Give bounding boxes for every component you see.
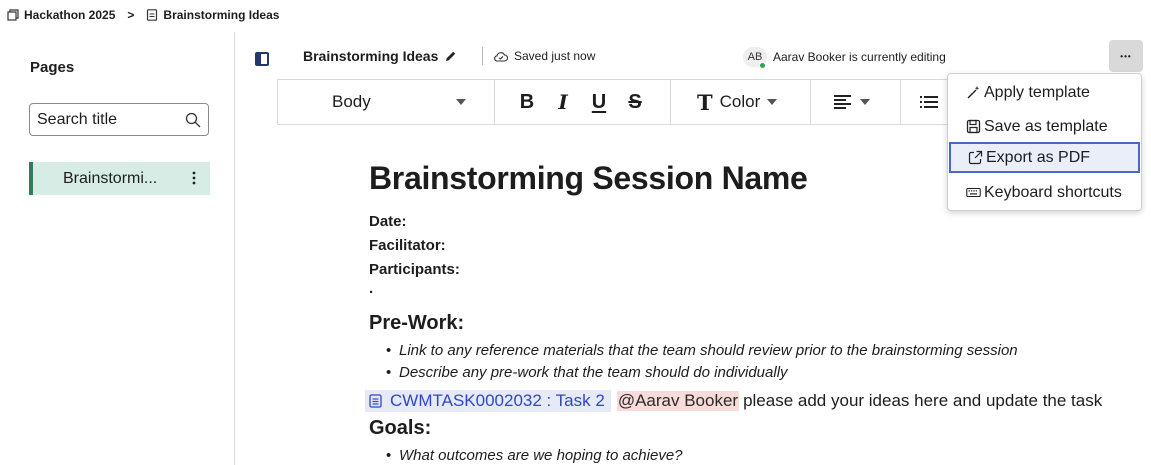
keyboard-icon — [966, 187, 981, 198]
facilitator-field: Facilitator: — [369, 237, 446, 254]
online-status-icon — [759, 62, 766, 69]
user-mention[interactable]: @Aarav Booker — [616, 391, 740, 411]
bold-button[interactable]: B — [518, 91, 536, 114]
list-item: What outcomes are we hoping to achieve? — [386, 445, 683, 465]
menu-item-export-pdf[interactable]: Export as PDF — [949, 142, 1140, 173]
breadcrumb: Hackathon 2025 > Brainstorming Ideas — [7, 6, 279, 24]
document-title-label: Brainstorming Ideas — [303, 48, 439, 64]
divider — [482, 47, 483, 65]
breadcrumb-workspace[interactable]: Hackathon 2025 — [7, 8, 115, 22]
ellipsis-icon: ••• — [1120, 51, 1132, 61]
menu-item-label: Apply template — [984, 83, 1090, 101]
task-link-label: CWMTASK0002032 : Task 2 — [390, 391, 605, 410]
divider — [670, 80, 671, 124]
pencil-icon[interactable] — [444, 50, 457, 63]
kebab-menu-icon[interactable] — [192, 170, 196, 186]
breadcrumb-page[interactable]: Brainstorming Ideas — [146, 8, 279, 22]
formatting-toolbar: Body B I U S T Color — [277, 79, 967, 125]
divider — [900, 80, 901, 124]
section-heading-prework: Pre-Work: — [369, 312, 465, 334]
cloud-check-icon — [494, 51, 508, 62]
editing-status-label: Aarav Booker is currently editing — [773, 50, 946, 64]
text-style-select[interactable]: Body — [332, 80, 472, 124]
more-options-button[interactable]: ••• — [1109, 40, 1143, 72]
text-color-icon: T — [697, 89, 713, 115]
menu-item-apply-template[interactable]: Apply template — [949, 77, 1140, 108]
task-line: CWMTASK0002032 : Task 2 @Aarav Booker pl… — [365, 389, 1102, 413]
text-color-button[interactable]: T Color — [697, 80, 778, 124]
menu-item-label: Save as template — [984, 117, 1108, 135]
workspace-icon — [7, 9, 19, 21]
panel-toggle-icon[interactable] — [255, 52, 269, 66]
magic-wand-icon — [967, 86, 980, 99]
task-icon — [369, 394, 382, 408]
presence-indicator: AB Aarav Booker is currently editing — [743, 47, 946, 69]
menu-item-keyboard-shortcuts[interactable]: Keyboard shortcuts — [949, 177, 1140, 208]
underline-button[interactable]: U — [590, 91, 608, 114]
align-left-icon — [834, 95, 851, 109]
chevron-down-icon — [860, 99, 870, 105]
search-title-field[interactable] — [29, 103, 209, 136]
document-heading: Brainstorming Session Name — [369, 160, 808, 196]
document-icon — [147, 9, 158, 21]
menu-item-label: Export as PDF — [986, 148, 1091, 166]
pages-title: Pages — [30, 59, 75, 76]
more-options-menu: Apply template Save as template Export a… — [947, 73, 1142, 211]
text-style-value: Body — [332, 92, 371, 111]
list-item: Describe any pre-work that the team shou… — [386, 362, 1018, 384]
divider — [810, 80, 811, 124]
date-field: Date: — [369, 213, 407, 230]
sidebar-item-label: Brainstormi... — [63, 169, 158, 187]
italic-button[interactable]: I — [554, 90, 572, 114]
chevron-down-icon — [767, 99, 778, 105]
breadcrumb-page-label: Brainstorming Ideas — [163, 8, 280, 22]
menu-item-label: Keyboard shortcuts — [984, 183, 1122, 201]
bullet-list-button[interactable] — [920, 80, 938, 124]
align-button[interactable] — [834, 80, 870, 124]
export-icon — [968, 150, 983, 165]
text-color-label: Color — [719, 92, 761, 111]
search-input[interactable] — [37, 110, 177, 129]
participants-field: Participants: — [369, 261, 460, 278]
goals-list: What outcomes are we hoping to achieve? — [386, 445, 683, 465]
task-note: please add your ideas here and update th… — [743, 391, 1103, 410]
task-link[interactable]: CWMTASK0002032 : Task 2 — [365, 390, 611, 412]
save-status-label: Saved just now — [514, 49, 596, 63]
pages-sidebar: Pages Brainstormi... — [0, 32, 235, 465]
avatar-initials: AB — [747, 51, 763, 63]
breadcrumb-workspace-label: Hackathon 2025 — [24, 8, 116, 22]
save-icon — [966, 119, 981, 134]
breadcrumb-separator: > — [127, 8, 135, 22]
list-item: Link to any reference materials that the… — [386, 340, 1018, 362]
text-format-group: B I U S — [518, 80, 644, 124]
section-heading-goals: Goals: — [369, 417, 432, 439]
sidebar-item-brainstorming[interactable]: Brainstormi... — [29, 162, 210, 195]
bullet-list-icon — [920, 96, 938, 108]
strikethrough-button[interactable]: S — [626, 91, 644, 114]
menu-item-save-as-template[interactable]: Save as template — [949, 111, 1140, 142]
empty-list-item: · — [369, 284, 374, 301]
chevron-down-icon — [456, 99, 466, 105]
search-icon[interactable] — [185, 112, 201, 128]
avatar[interactable]: AB — [743, 47, 767, 69]
prework-list: Link to any reference materials that the… — [386, 340, 1018, 384]
divider — [494, 80, 495, 124]
document-title[interactable]: Brainstorming Ideas — [303, 48, 457, 64]
save-status: Saved just now — [494, 49, 595, 63]
